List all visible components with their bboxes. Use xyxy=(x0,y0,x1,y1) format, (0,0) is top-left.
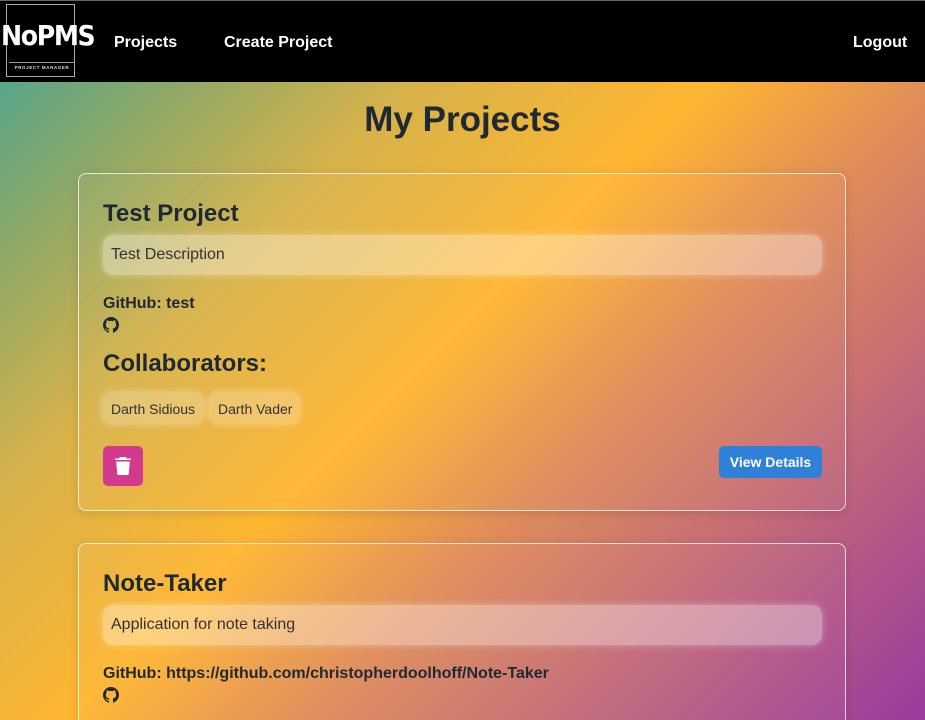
project-github: GitHub: test xyxy=(103,295,195,312)
project-card: Note-Taker Application for note taking G… xyxy=(78,543,846,720)
nav-projects-link[interactable]: Projects xyxy=(114,34,177,52)
github-icon[interactable] xyxy=(103,687,119,703)
github-icon[interactable] xyxy=(103,317,119,333)
logo-text: NoPMS xyxy=(1,19,96,52)
trash-icon xyxy=(115,457,131,475)
page-title: My Projects xyxy=(364,100,561,139)
view-details-button[interactable]: View Details xyxy=(719,446,822,478)
collaborators-heading: Collaborators: xyxy=(103,350,268,377)
navbar: NoPMS PROJECT MANAGER Projects Create Pr… xyxy=(0,0,925,82)
project-card: Test Project Test Description GitHub: te… xyxy=(78,173,846,511)
project-description: Application for note taking xyxy=(103,605,822,645)
collaborator-chip: Darth Vader xyxy=(210,393,299,423)
collaborator-chip: Darth Sidious xyxy=(103,393,203,423)
nav-create-project-link[interactable]: Create Project xyxy=(224,34,333,52)
logo-subtitle: PROJECT MANAGER xyxy=(9,62,75,70)
logout-link[interactable]: Logout xyxy=(853,34,907,52)
project-title: Test Project xyxy=(103,200,239,227)
project-github: GitHub: https://github.com/christopherdo… xyxy=(103,665,549,682)
project-description: Test Description xyxy=(103,235,822,275)
delete-project-button[interactable] xyxy=(103,446,143,486)
project-title: Note-Taker xyxy=(103,570,227,597)
logo[interactable]: NoPMS PROJECT MANAGER xyxy=(1,4,96,77)
